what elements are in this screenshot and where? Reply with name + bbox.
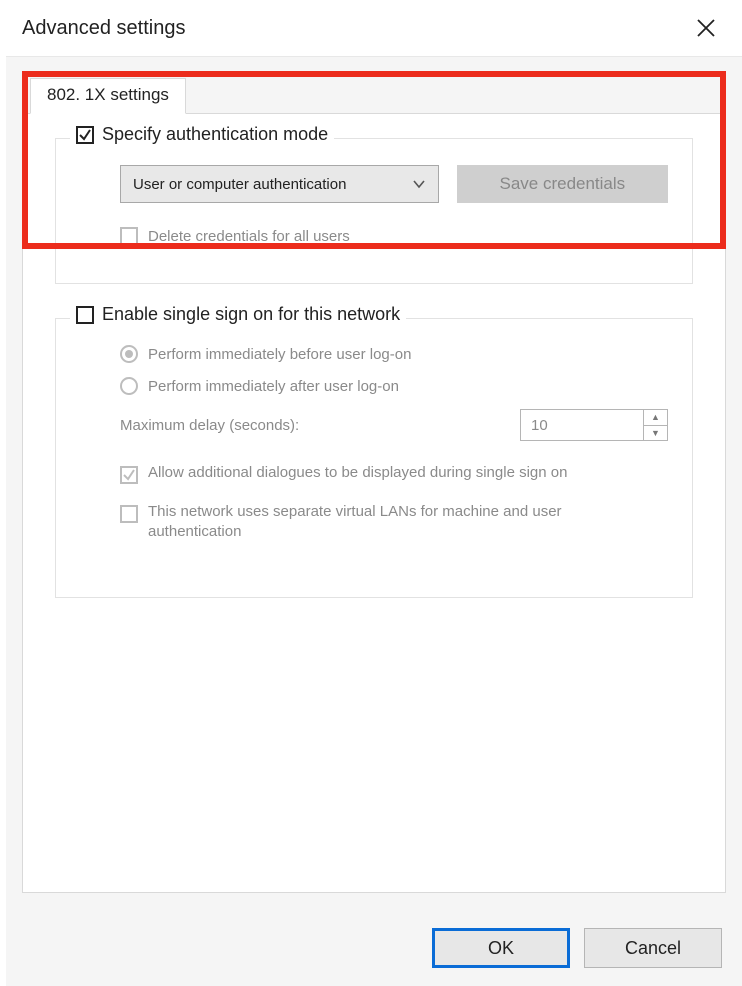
spinner-max-delay: 10 ▲ ▼ [520, 409, 668, 441]
button-save-credentials-label: Save credentials [499, 174, 625, 194]
client-area: 802. 1X settings Specify authentication … [6, 56, 742, 986]
close-icon [696, 18, 716, 38]
ok-button[interactable]: OK [432, 928, 570, 968]
tab-8021x-settings[interactable]: 802. 1X settings [30, 78, 186, 114]
dialog-button-bar: OK Cancel [432, 928, 722, 968]
row-separate-vlan: This network uses separate virtual LANs … [120, 502, 668, 543]
tab-panel: Specify authentication mode User or comp… [22, 113, 726, 893]
label-separate-vlan: This network uses separate virtual LANs … [148, 502, 628, 543]
label-allow-dialogues: Allow additional dialogues to be display… [148, 463, 567, 483]
window-title: Advanced settings [22, 17, 185, 40]
radio-before-logon [120, 345, 138, 363]
row-allow-dialogues: Allow additional dialogues to be display… [120, 463, 668, 484]
label-max-delay: Maximum delay (seconds): [120, 417, 299, 434]
spinner-buttons: ▲ ▼ [643, 410, 667, 440]
chevron-down-icon [412, 177, 426, 191]
label-delete-credentials: Delete credentials for all users [148, 228, 350, 245]
checkbox-allow-dialogues [120, 466, 138, 484]
legend-specify-auth-mode: Specify authentication mode [70, 124, 334, 145]
legend-single-sign-on-label: Enable single sign on for this network [102, 304, 400, 325]
spinner-max-delay-value: 10 [521, 410, 643, 440]
row-delete-credentials: Delete credentials for all users [120, 227, 668, 245]
row-radio-before: Perform immediately before user log-on [120, 345, 668, 363]
auth-mode-row: User or computer authentication Save cre… [80, 165, 668, 203]
checkbox-delete-credentials [120, 227, 138, 245]
row-radio-after: Perform immediately after user log-on [120, 377, 668, 395]
close-button[interactable] [688, 10, 724, 46]
button-save-credentials: Save credentials [457, 165, 668, 203]
dropdown-auth-mode-value: User or computer authentication [133, 176, 346, 193]
legend-specify-auth-mode-label: Specify authentication mode [102, 124, 328, 145]
tab-row: 802. 1X settings [30, 78, 726, 114]
checkbox-separate-vlan [120, 505, 138, 523]
group-single-sign-on: Enable single sign on for this network P… [55, 318, 693, 598]
ok-button-label: OK [488, 938, 514, 959]
checkbox-specify-auth-mode[interactable] [76, 126, 94, 144]
radio-after-logon [120, 377, 138, 395]
group-specify-auth-mode: Specify authentication mode User or comp… [55, 138, 693, 284]
advanced-settings-window: Advanced settings 802. 1X settings Speci… [0, 0, 742, 986]
legend-single-sign-on: Enable single sign on for this network [70, 304, 406, 325]
title-bar: Advanced settings [0, 0, 742, 56]
spinner-up-button: ▲ [644, 410, 667, 426]
dropdown-auth-mode[interactable]: User or computer authentication [120, 165, 439, 203]
row-max-delay: Maximum delay (seconds): 10 ▲ ▼ [120, 409, 668, 441]
cancel-button[interactable]: Cancel [584, 928, 722, 968]
spinner-down-button: ▼ [644, 426, 667, 441]
checkbox-enable-sso[interactable] [76, 306, 94, 324]
label-radio-before: Perform immediately before user log-on [148, 346, 411, 363]
label-radio-after: Perform immediately after user log-on [148, 378, 399, 395]
cancel-button-label: Cancel [625, 938, 681, 959]
